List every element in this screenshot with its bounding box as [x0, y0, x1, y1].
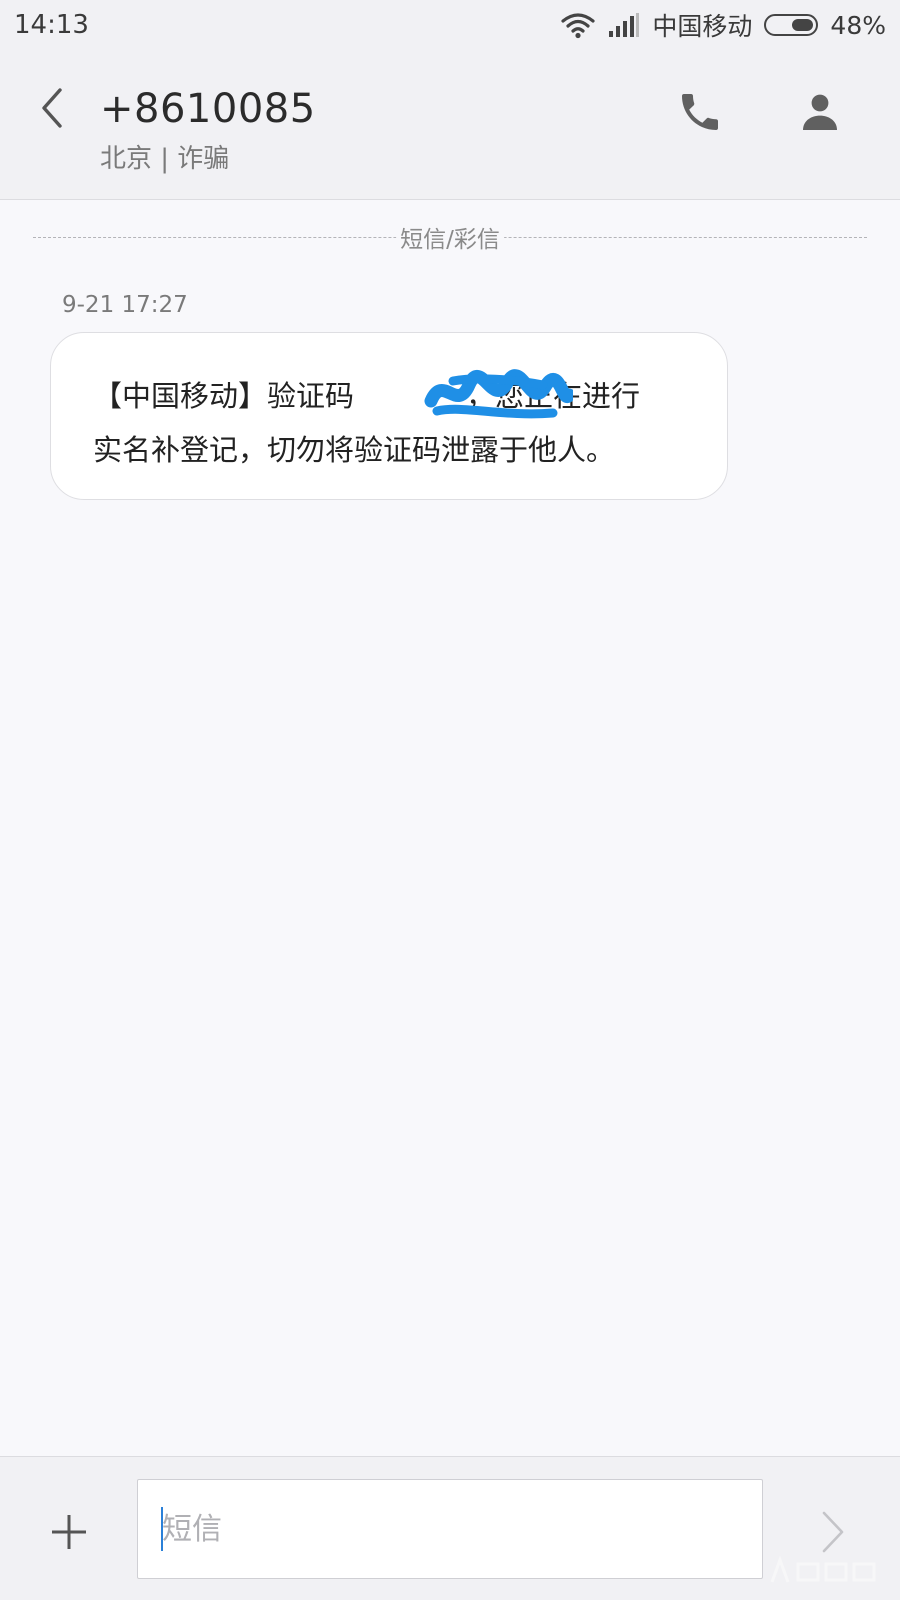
wifi-icon: [561, 13, 596, 39]
status-time: 14:13: [14, 10, 89, 40]
message-type-divider: 短信/彩信: [33, 220, 867, 256]
phone-icon: [682, 94, 718, 130]
call-button[interactable]: [676, 88, 724, 136]
watermark-logo-icon: [770, 1556, 876, 1583]
message-input[interactable]: [137, 1479, 763, 1579]
message-line-1: 【中国移动】验证码 ，您正在进行: [93, 369, 691, 423]
status-indicators: 中国移动 48%: [560, 8, 886, 42]
redaction-scribble: [424, 369, 573, 419]
message-timestamp: 9-21 17:27: [62, 292, 188, 318]
conversation-thread[interactable]: 短信/彩信 9-21 17:27 【中国移动】验证码 ，您正在进行 实名补登记，切…: [0, 200, 900, 1456]
status-carrier: 中国移动: [652, 12, 753, 41]
battery-percent: 48%: [830, 10, 886, 40]
compose-bar: [0, 1456, 900, 1600]
contact-subtitle: 北京 | 诈骗: [100, 144, 230, 174]
battery-fill: [792, 19, 814, 31]
message-line-2: 实名补登记，切勿将验证码泄露于他人。: [93, 433, 616, 467]
plus-icon: [52, 1515, 86, 1549]
message-text-before-code: 【中国移动】验证码: [93, 379, 355, 413]
chevron-left-icon: [42, 88, 62, 128]
battery-icon: [764, 14, 819, 36]
send-button[interactable]: [818, 1507, 848, 1557]
chevron-right-icon: [822, 1511, 844, 1553]
text-caret: [161, 1507, 163, 1551]
contact-details-button[interactable]: [796, 88, 844, 136]
contact-name: +8610085: [100, 86, 316, 132]
add-attachment-button[interactable]: [48, 1511, 90, 1553]
back-button[interactable]: [30, 80, 74, 136]
divider-label: 短信/彩信: [396, 220, 504, 254]
message-bubble[interactable]: 【中国移动】验证码 ，您正在进行 实名补登记，切勿将验证码泄露于他人。: [50, 332, 728, 500]
person-icon: [803, 94, 837, 130]
signal-icon: [609, 13, 640, 37]
status-bar: 14:13 中国移动 48%: [0, 0, 900, 52]
conversation-header: +8610085 北京 | 诈骗: [0, 52, 900, 200]
